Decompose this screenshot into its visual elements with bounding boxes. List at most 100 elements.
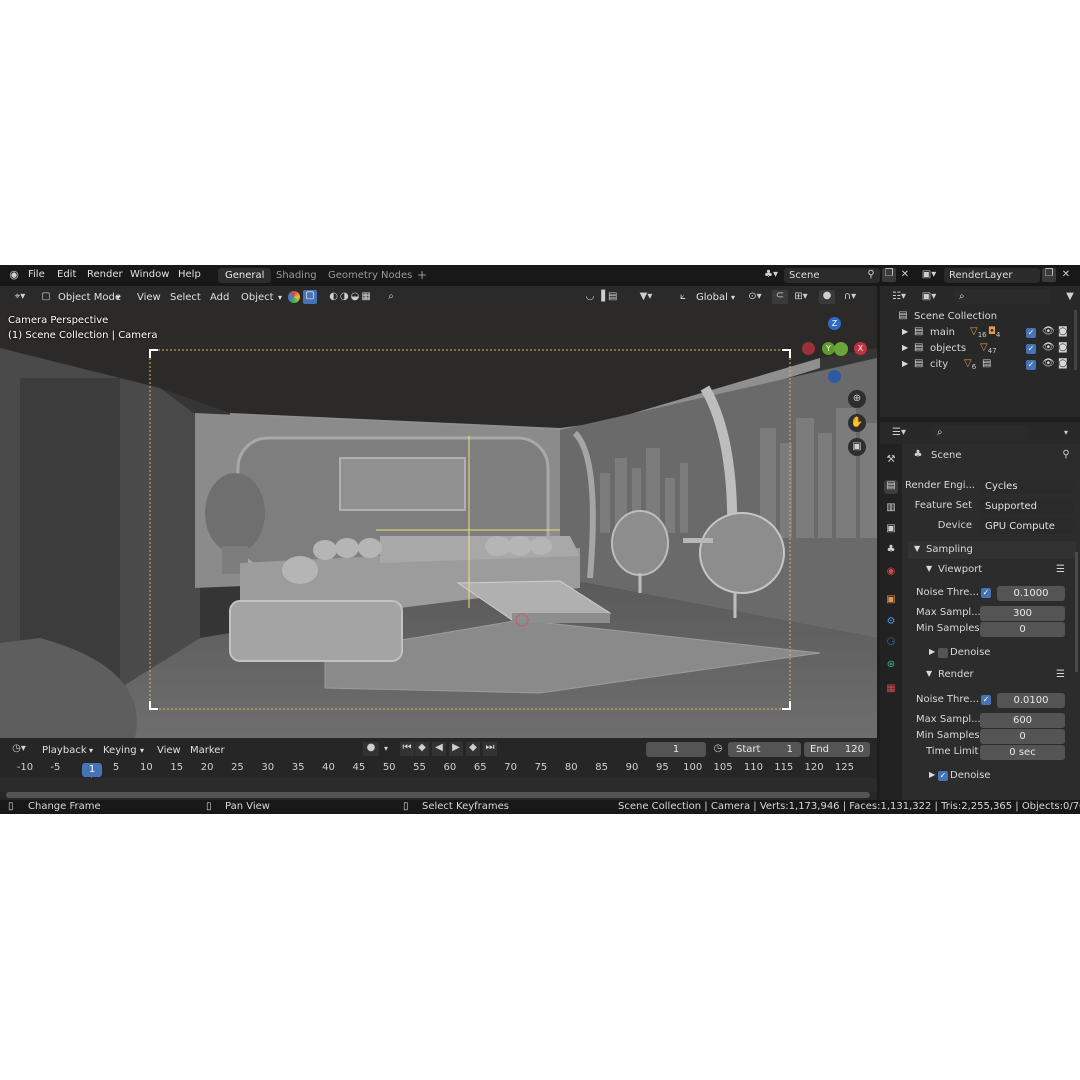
sampling-panel-header[interactable]: ▼ Sampling [908,541,1076,559]
r-noise-checkbox[interactable]: ✓ [981,695,991,705]
filter-icon[interactable]: ▼ [1064,291,1076,303]
output-tab-icon[interactable]: ▥ [884,502,898,516]
jump-start-icon[interactable]: ⏮ [400,742,414,756]
snap-icon[interactable]: ⊂ [772,290,788,304]
delete-layer-icon[interactable]: ✕ [1060,269,1072,281]
new-layer-icon[interactable]: ❐ [1042,268,1056,282]
object-tab-icon[interactable]: ▣ [884,594,898,608]
vp-denoise-row[interactable]: ▶ Denoise [926,645,1076,661]
filter-icons[interactable]: ◐◑◒▦ [320,291,382,303]
menu-add[interactable]: Add [210,290,229,305]
new-scene-icon[interactable]: ❐ [882,268,896,282]
expand-arrow-icon[interactable]: ▶ [902,359,908,368]
vp-max-field[interactable]: 300 [980,606,1065,621]
render-layer-field[interactable]: RenderLayer [944,268,1040,283]
list-menu-icon[interactable]: ☰ [1056,564,1065,575]
start-frame-field[interactable]: Start 1 [728,742,801,757]
tool-tab-icon[interactable]: ⚒ [884,454,898,468]
orientation-dropdown[interactable]: Global [696,290,728,305]
visibility-eye-icon[interactable]: 👁 [1042,342,1055,353]
menu-file[interactable]: File [28,269,45,280]
expand-arrow-icon[interactable]: ▶ [902,327,908,336]
pin-icon[interactable]: ⚲ [865,269,877,281]
filter-icon[interactable]: ▼▾ [636,291,656,303]
visibility-eye-icon[interactable]: 👁 [1042,358,1055,369]
play-icon[interactable]: ▶ [449,742,463,756]
display-mode-icon[interactable]: ▣▾ [918,291,940,303]
vp-noise-field[interactable]: 0.1000 [997,586,1065,601]
include-checkbox[interactable]: ✓ [1026,344,1036,354]
select-box-icon[interactable]: ▢ [303,290,317,304]
render-engine-dropdown[interactable]: Cycles [980,479,1073,494]
world-tab-icon[interactable]: ◉ [884,566,898,580]
texture-tab-icon[interactable]: ▦ [884,683,898,697]
outliner-scrollbar[interactable] [1074,310,1077,370]
prev-keyframe-icon[interactable]: ◆ [415,742,429,756]
axis-center-gizmo[interactable] [834,342,848,356]
modifier-tab-icon[interactable]: ⚙ [884,616,898,630]
properties-scrollbar[interactable] [1075,552,1078,672]
add-workspace-button[interactable]: + [410,268,434,283]
outliner-item-city[interactable]: ▶ ▤ city ▽6 ▤ ✓ 👁 ◙ [880,357,1080,373]
menu-object[interactable]: Object [241,290,274,305]
scene-icon[interactable]: ♣▾ [761,269,781,281]
render-subpanel-header[interactable]: ▼ Render ☰ [914,666,1076,684]
visibility-eye-icon[interactable]: 👁 [1042,326,1055,337]
blender-logo-icon[interactable]: ◉ [7,269,21,281]
stopwatch-icon[interactable]: ◷ [711,743,725,755]
jump-end-icon[interactable]: ⏭ [483,742,497,756]
current-frame-indicator[interactable]: 1 [82,763,102,777]
render-camera-icon[interactable]: ◙ [1058,358,1068,369]
axis-x-gizmo[interactable]: X [854,342,867,355]
properties-editor-icon[interactable]: ☰▾ [888,427,910,439]
menu-edit[interactable]: Edit [57,269,76,280]
r-denoise-row[interactable]: ▶ ✓ Denoise [926,768,1076,784]
feature-set-dropdown[interactable]: Supported [980,499,1073,514]
snap-target-icon[interactable]: ⊞▾ [790,291,812,303]
include-checkbox[interactable]: ✓ [1026,328,1036,338]
menu-keying[interactable]: Keying [103,743,137,758]
chevron-down-icon[interactable]: ▾ [381,743,391,755]
list-menu-icon[interactable]: ☰ [1056,669,1065,680]
vp-min-field[interactable]: 0 [980,622,1065,637]
viewport-subpanel-header[interactable]: ▼ Viewport ☰ [914,561,1076,579]
menu-view[interactable]: View [137,290,161,305]
r-time-field[interactable]: 0 sec [980,745,1065,760]
menu-marker[interactable]: Marker [190,743,225,758]
vp-noise-checkbox[interactable]: ✓ [981,588,991,598]
particles-tab-icon[interactable]: ⚆ [884,637,898,651]
outliner-search-input[interactable]: ⌕ [954,289,1050,304]
physics-tab-icon[interactable]: ⊛ [884,659,898,673]
falloff-icon[interactable]: ∩▾ [839,291,861,303]
vp-denoise-checkbox[interactable] [938,648,948,658]
tab-geometry-nodes[interactable]: Geometry Nodes [321,268,419,283]
timeline-ruler[interactable]: -10 -5 5 10 15 20 25 30 35 40 45 50 55 60 65 70 75 80 85 90… [0,760,877,776]
search-icon[interactable]: ⌕ [385,291,397,303]
pivot-icon[interactable]: ⊙▾ [745,291,765,303]
color-sphere-icon[interactable] [288,291,300,303]
menu-window[interactable]: Window [130,269,169,280]
timeline-track-area[interactable] [0,778,877,792]
editor-type-icon[interactable]: ⌖▾ [8,291,32,303]
axis-neg-x-gizmo[interactable] [802,342,815,355]
outliner-item-objects[interactable]: ▶ ▤ objects ▽47 ✓ 👁 ◙ [880,341,1080,357]
axis-neg-z-gizmo[interactable] [828,370,841,383]
delete-scene-icon[interactable]: ✕ [899,269,911,281]
viewport-3d[interactable]: Camera Perspective (1) Scene Collection … [0,308,877,738]
camera-view-icon[interactable]: ▣ [848,438,866,456]
menu-render[interactable]: Render [87,269,123,280]
hand-pan-icon[interactable]: ✋ [848,414,866,432]
outliner-editor-icon[interactable]: ☷▾ [888,291,910,303]
axis-z-gizmo[interactable]: Z [828,317,841,330]
r-denoise-checkbox[interactable]: ✓ [938,771,948,781]
outliner-item-main[interactable]: ▶ ▤ main ▽16 ◘4 ✓ 👁 ◙ [880,325,1080,341]
properties-search-input[interactable]: ⌕ [932,425,1028,440]
toggle-icons[interactable]: ◡▐▤ [578,291,628,303]
menu-playback[interactable]: Playback [42,743,87,758]
tab-shading[interactable]: Shading [269,268,324,283]
end-frame-field[interactable]: End 120 [804,742,870,757]
r-noise-field[interactable]: 0.0100 [997,693,1065,708]
outliner-root-label[interactable]: Scene Collection [914,311,997,322]
tab-general[interactable]: General [218,268,272,283]
view-layer-icon[interactable]: ▣▾ [919,269,939,281]
